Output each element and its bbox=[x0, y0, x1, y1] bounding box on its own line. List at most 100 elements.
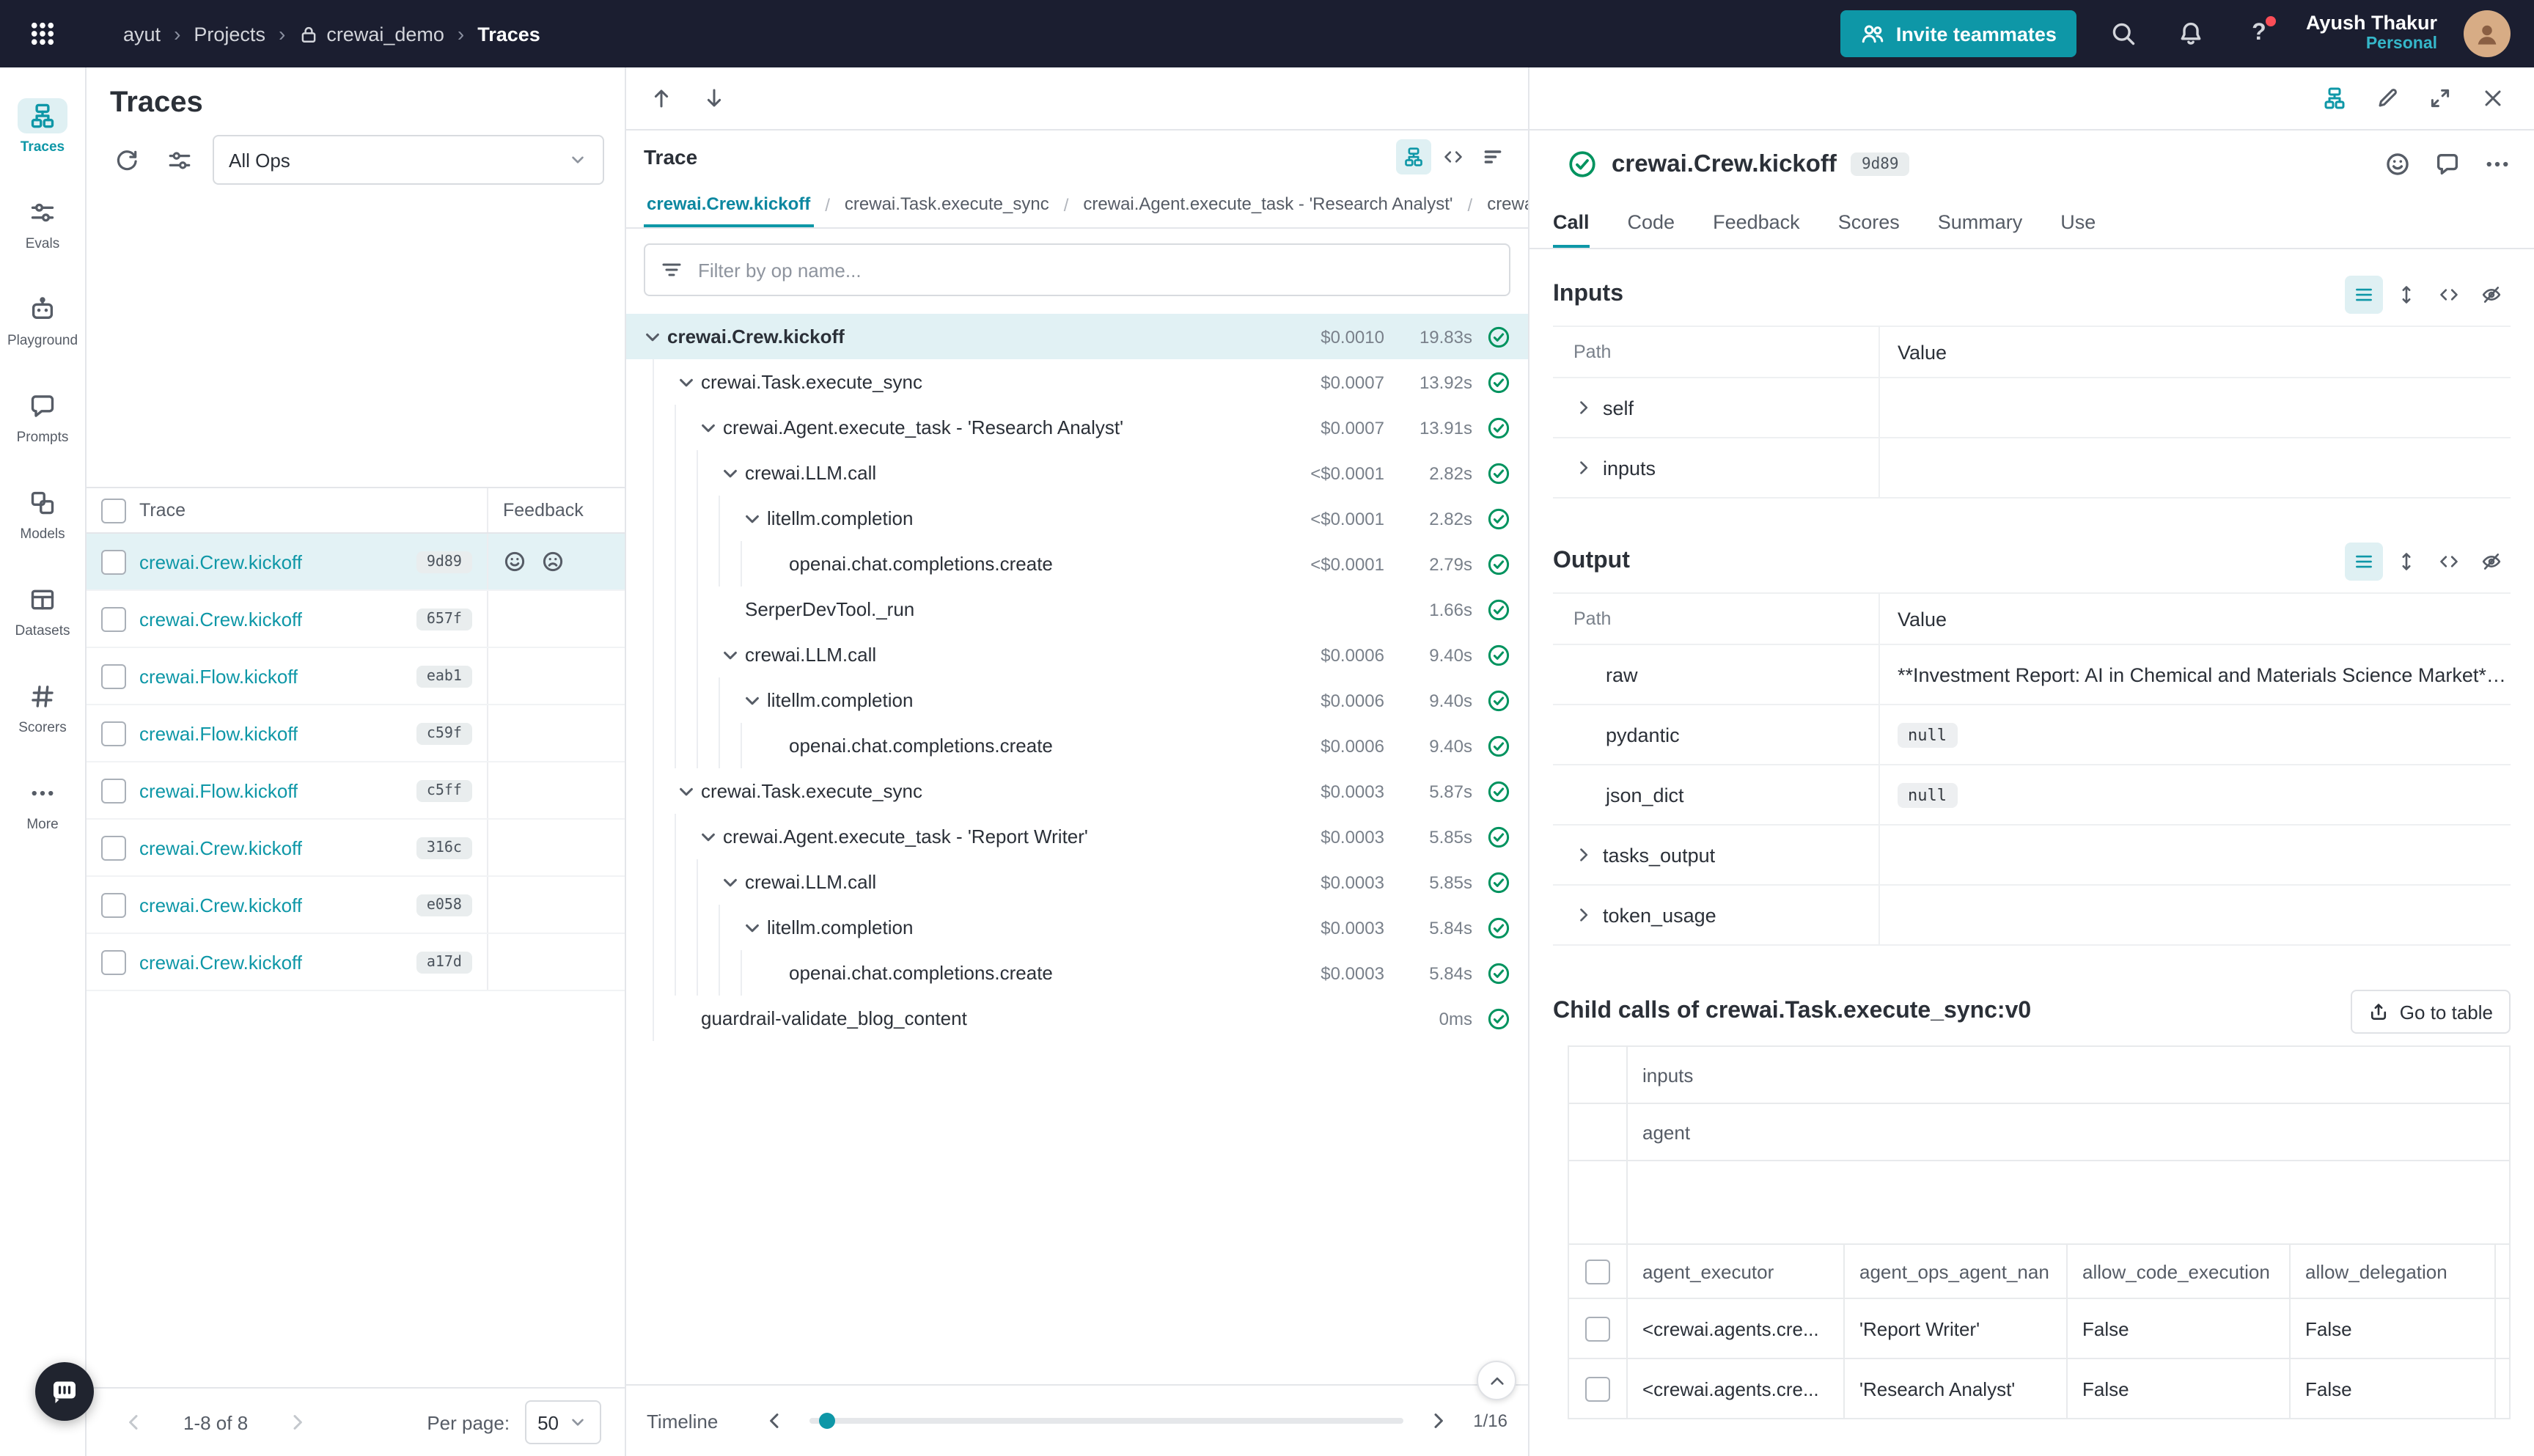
view-list-button[interactable] bbox=[2345, 543, 2383, 581]
table-row[interactable]: crewai.Crew.kickoffa17d bbox=[87, 934, 625, 991]
table-row[interactable]: crewai.Crew.kickoff9d89 bbox=[87, 534, 625, 591]
thumbs-down-emoji-icon[interactable] bbox=[541, 550, 565, 573]
overflow-menu-icon[interactable] bbox=[2484, 151, 2511, 177]
tree-row[interactable]: openai.chat.completions.create <$0.00012… bbox=[626, 541, 1528, 587]
tree-row[interactable]: SerperDevTool._run 1.66s bbox=[626, 587, 1528, 632]
sidebar-item-traces[interactable]: Traces bbox=[0, 82, 85, 170]
fullscreen-button[interactable] bbox=[2420, 78, 2461, 119]
table-row[interactable]: crewai.Flow.kickoffc5ff bbox=[87, 762, 625, 820]
next-call-button[interactable] bbox=[694, 78, 735, 119]
per-page-select[interactable]: 50 bbox=[524, 1400, 601, 1444]
hide-values-button[interactable] bbox=[2472, 543, 2511, 581]
timeline-next-button[interactable] bbox=[1417, 1400, 1458, 1441]
trace-link[interactable]: crewai.Crew.kickoff bbox=[139, 894, 302, 916]
row-checkbox[interactable] bbox=[100, 721, 125, 746]
add-emoji-icon[interactable] bbox=[2384, 151, 2411, 177]
sidebar-item-more[interactable]: More bbox=[0, 760, 85, 848]
tab-call[interactable]: Call bbox=[1553, 198, 1590, 248]
tab-code[interactable]: Code bbox=[1628, 198, 1675, 248]
tree-row[interactable]: crewai.LLM.call $0.00069.40s bbox=[626, 632, 1528, 677]
trace-link[interactable]: crewai.Flow.kickoff bbox=[139, 779, 298, 801]
tree-view-button[interactable] bbox=[1396, 139, 1431, 174]
tree-row[interactable]: openai.chat.completions.create $0.00069.… bbox=[626, 723, 1528, 768]
collapse-caret-icon[interactable] bbox=[719, 643, 742, 666]
tab-feedback[interactable]: Feedback bbox=[1713, 198, 1800, 248]
notifications-button[interactable] bbox=[2171, 13, 2212, 54]
row-checkbox[interactable] bbox=[100, 949, 125, 974]
collapse-caret-icon[interactable] bbox=[675, 779, 698, 803]
kv-row[interactable]: json_dict null bbox=[1553, 765, 2511, 826]
tree-row[interactable]: crewai.LLM.call <$0.00012.82s bbox=[626, 450, 1528, 496]
path-tab[interactable]: crewai.Agent.execute_task - 'Research An… bbox=[1080, 183, 1455, 227]
table-row[interactable]: crewai.Crew.kickoff657f bbox=[87, 591, 625, 648]
tree-row[interactable]: litellm.completion <$0.00012.82s bbox=[626, 496, 1528, 541]
tree-row[interactable]: crewai.LLM.call $0.00035.85s bbox=[626, 859, 1528, 905]
sidebar-item-datasets[interactable]: Datasets bbox=[0, 566, 85, 654]
expand-chevron-icon[interactable] bbox=[1573, 397, 1594, 418]
trace-link[interactable]: crewai.Crew.kickoff bbox=[139, 837, 302, 858]
comment-icon[interactable] bbox=[2434, 151, 2461, 177]
tree-row[interactable]: litellm.completion $0.00035.84s bbox=[626, 905, 1528, 950]
expand-all-button[interactable] bbox=[2387, 276, 2425, 314]
collapse-caret-icon[interactable] bbox=[741, 688, 764, 712]
path-tab[interactable]: crewai.LLM.cal bbox=[1484, 183, 1528, 227]
ops-filter-select[interactable]: All Ops bbox=[213, 135, 604, 185]
path-tab[interactable]: crewai.Crew.kickoff bbox=[644, 183, 813, 227]
search-button[interactable] bbox=[2104, 13, 2145, 54]
invite-teammates-button[interactable]: Invite teammates bbox=[1840, 10, 2077, 57]
collapse-caret-icon[interactable] bbox=[697, 416, 720, 439]
tab-scores[interactable]: Scores bbox=[1838, 198, 1900, 248]
view-code-button[interactable] bbox=[2430, 543, 2468, 581]
tree-row[interactable]: crewai.Agent.execute_task - 'Report Writ… bbox=[626, 814, 1528, 859]
trace-link[interactable]: crewai.Flow.kickoff bbox=[139, 722, 298, 744]
thumbs-up-emoji-icon[interactable] bbox=[503, 550, 526, 573]
expand-chevron-icon[interactable] bbox=[1573, 845, 1594, 865]
tree-row[interactable]: guardrail-validate_blog_content 0ms bbox=[626, 996, 1528, 1041]
collapse-caret-icon[interactable] bbox=[719, 461, 742, 485]
next-page-button[interactable] bbox=[280, 1405, 315, 1440]
tree-row[interactable]: crewai.Agent.execute_task - 'Research An… bbox=[626, 405, 1528, 450]
hide-values-button[interactable] bbox=[2472, 276, 2511, 314]
row-checkbox[interactable] bbox=[100, 606, 125, 631]
refresh-button[interactable] bbox=[107, 141, 145, 179]
chat-widget-button[interactable] bbox=[35, 1362, 94, 1421]
sidebar-item-evals[interactable]: Evals bbox=[0, 179, 85, 267]
sidebar-item-scorers[interactable]: Scorers bbox=[0, 663, 85, 751]
row-checkbox[interactable] bbox=[100, 549, 125, 574]
tree-row[interactable]: crewai.Task.execute_sync $0.00035.87s bbox=[626, 768, 1528, 814]
breadcrumb-projects[interactable]: Projects bbox=[194, 23, 265, 45]
collapse-caret-icon[interactable] bbox=[719, 870, 742, 894]
collapse-caret-icon[interactable] bbox=[697, 825, 720, 848]
sidebar-item-models[interactable]: Models bbox=[0, 469, 85, 557]
expand-chevron-icon[interactable] bbox=[1573, 905, 1594, 925]
prev-call-button[interactable] bbox=[641, 78, 682, 119]
kv-row[interactable]: raw **Investment Report: AI in Chemical … bbox=[1553, 645, 2511, 705]
kv-row[interactable]: self bbox=[1553, 378, 2511, 438]
path-tab[interactable]: crewai.Task.execute_sync bbox=[842, 183, 1052, 227]
wandb-logo[interactable] bbox=[0, 21, 85, 47]
go-to-table-button[interactable]: Go to table bbox=[2351, 990, 2511, 1034]
collapse-caret-icon[interactable] bbox=[741, 916, 764, 939]
prev-page-button[interactable] bbox=[116, 1405, 151, 1440]
tree-row[interactable]: litellm.completion $0.00069.40s bbox=[626, 677, 1528, 723]
collapse-caret-icon[interactable] bbox=[675, 370, 698, 394]
avatar[interactable] bbox=[2464, 10, 2511, 57]
filter-settings-button[interactable] bbox=[160, 141, 198, 179]
tree-row[interactable]: openai.chat.completions.create $0.00035.… bbox=[626, 950, 1528, 996]
tree-row[interactable]: crewai.Task.execute_sync $0.000713.92s bbox=[626, 359, 1528, 405]
trace-link[interactable]: crewai.Crew.kickoff bbox=[139, 951, 302, 973]
code-view-button[interactable] bbox=[1436, 139, 1471, 174]
row-checkbox[interactable] bbox=[100, 663, 125, 688]
close-panel-button[interactable] bbox=[2472, 78, 2513, 119]
timeline-slider[interactable] bbox=[809, 1418, 1403, 1424]
collapse-caret-icon[interactable] bbox=[741, 507, 764, 530]
row-checkbox[interactable] bbox=[100, 835, 125, 860]
view-code-button[interactable] bbox=[2430, 276, 2468, 314]
table-row[interactable]: <crewai.agents.cre... 'Research Analyst'… bbox=[1569, 1359, 2509, 1418]
select-all-checkbox[interactable] bbox=[100, 498, 125, 523]
breadcrumb-project[interactable]: crewai_demo bbox=[298, 23, 444, 45]
tab-summary[interactable]: Summary bbox=[1938, 198, 2023, 248]
expand-chevron-icon[interactable] bbox=[1573, 457, 1594, 478]
split-view-button[interactable] bbox=[2314, 78, 2355, 119]
row-checkbox[interactable] bbox=[100, 778, 125, 803]
